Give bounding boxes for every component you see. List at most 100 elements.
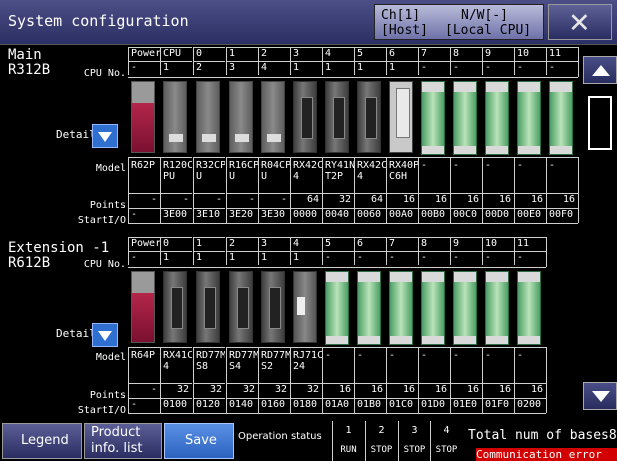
product-info-line2: info. list [91,441,143,456]
grid-line [128,77,578,78]
ext-slot-header: 0 [160,237,192,251]
main-base-title: Main [8,47,42,63]
legend-button[interactable]: Legend [2,423,82,459]
main-cpu-no-cell: - [546,61,578,75]
grid-line [546,347,547,413]
system-configuration-screen: System configuration Ch[1] N/W[-] [Host]… [0,0,617,461]
ext-module-empty [389,271,413,345]
ext-startio-cell: 01D0 [418,398,450,413]
main-points-cell: 64 [354,193,386,208]
main-model-line1: - [453,160,460,171]
ext-slot-header: 3 [258,237,290,251]
ext-model-cell: - [418,347,450,383]
local-cpu-label: [Local CPU] [445,23,532,38]
ext-model-cell: - [450,347,482,383]
product-info-list-button[interactable]: Product info. list [84,423,162,459]
channel-info: Ch[1] N/W[-] [Host] [Local CPU] [374,4,544,40]
ext-cpu-no-cell: 1 [193,251,225,265]
main-slot-header: 0 [193,47,225,61]
main-base-model: R312B [8,62,51,78]
ext-slot-header: 2 [226,237,258,251]
ext-model-line1: - [389,350,396,361]
cpu-state: STOP [403,445,426,455]
main-model-label: Model [95,163,126,174]
ext-model-line1: RD77M [196,350,225,361]
main-module-empty [485,81,509,155]
network-label: N/W[-] [461,8,508,23]
main-cpu-no-cell: 1 [322,61,354,75]
scroll-down-button[interactable] [583,382,617,410]
ext-model-line1: RJ71C [293,350,322,361]
ext-model-cell: RJ71C 24 [290,347,322,383]
ext-cpu-no-cell: - [322,251,354,265]
main-slot-header: CPU [160,47,192,61]
main-startio-cell: 00F0 [546,208,578,223]
ext-startio-cell: 0140 [226,398,258,413]
main-slot-header: 4 [322,47,354,61]
main-points-cell: - [226,193,258,208]
ext-detail-button[interactable] [92,323,118,347]
page-title: System configuration [8,12,189,30]
main-model-line1: - [485,160,492,171]
ext-model-cell: R64P [128,347,160,383]
ext-model-line1: R64P [131,350,156,361]
main-points-cell: - [193,193,225,208]
ext-model-cell: - [514,347,546,383]
communication-error-badge: Communication error [476,448,617,461]
main-model-line2: U [196,171,203,182]
main-model-cell: R120C PU [160,157,192,193]
host-label: [Host] [381,23,428,38]
main-model-line1: R32CP [196,160,225,171]
ext-cpu-no-cell: - [354,251,386,265]
main-points-cell: 16 [514,193,546,208]
main-model-line1: RX40P [389,160,418,171]
main-points-cell: 16 [482,193,514,208]
main-cpu-no-cell: 1 [354,61,386,75]
main-points-cell: - [128,193,160,208]
main-module-io [325,81,349,153]
ext-points-cell: - [128,383,160,398]
main-module-empty [549,81,573,155]
ext-slot-header: 11 [514,237,546,251]
ext-cpu-no-cell: - [128,251,160,265]
cpu-number: 2 [378,425,385,436]
grid-line [128,267,546,268]
main-detail-button[interactable] [92,124,118,148]
scroll-up-button[interactable] [583,56,617,84]
main-slot-header: 3 [290,47,322,61]
main-model-line1: RX42C [293,160,322,171]
main-model-line1: R04CP [261,160,290,171]
main-model-line2: 4 [293,171,300,182]
main-model-line1: R16CP [229,160,258,171]
main-cpu-no-cell: - [514,61,546,75]
close-button[interactable]: ✕ [548,4,612,40]
ext-model-cell: RD77M S8 [193,347,225,383]
ext-points-cell: 32 [160,383,192,398]
ext-startio-cell: 0180 [290,398,322,413]
main-module-rx40 [389,81,413,153]
main-startio-cell: 3E10 [193,208,225,223]
ext-startio-cell: 0200 [514,398,546,413]
main-module-io [293,81,317,153]
main-model-cell: - [418,157,450,193]
ext-points-cell: 32 [258,383,290,398]
save-button[interactable]: Save [164,423,234,459]
ext-module-psu [131,271,155,343]
main-detail-label: Detail [56,128,96,141]
main-points-cell: - [160,193,192,208]
main-cpu-no-cell: - [450,61,482,75]
ext-points-cell: 16 [482,383,514,398]
main-cpu-no-cell: 4 [258,61,290,75]
main-model-line1: R120C [163,160,192,171]
main-model-line1: R62P [131,160,156,171]
main-model-cell: - [482,157,514,193]
ext-slot-header: 6 [354,237,386,251]
main-model-line1: RY41N [325,160,354,171]
ext-startio-cell: 0160 [258,398,290,413]
scroll-thumb[interactable] [588,96,612,150]
ext-module-empty [325,271,349,345]
main-module-empty [453,81,477,155]
ext-model-line2: 4 [163,361,170,372]
main-points-cell: 32 [322,193,354,208]
ext-startio-cell: 01F0 [482,398,514,413]
